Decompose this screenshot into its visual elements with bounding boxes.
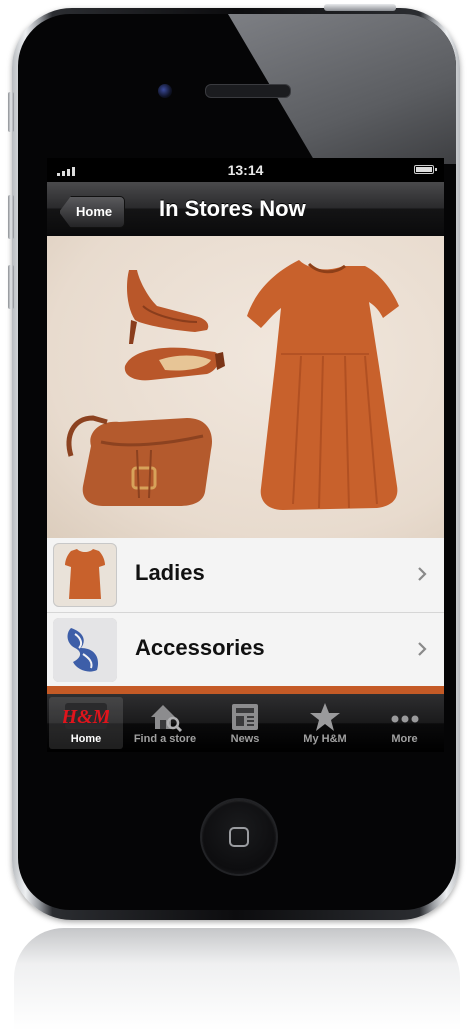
hero-banner[interactable] [47,236,444,538]
accessories-thumbnail [53,618,117,682]
back-button[interactable]: Home [59,196,126,228]
more-dots-icon [391,715,418,723]
volume-up-button [8,195,14,239]
tab-my-hm[interactable]: My H&M [285,697,365,749]
list-item-accessories[interactable]: Accessories [47,613,444,688]
tab-label: Home [70,733,102,745]
list-item-label: Ladies [135,560,205,585]
chevron-right-icon [418,642,427,656]
ladies-thumbnail [53,543,117,607]
status-clock: 13:14 [227,162,264,178]
phone-reflection [14,928,460,1031]
tab-find-a-store[interactable]: Find a store [125,697,205,749]
tab-label: Find a store [133,733,197,745]
status-bar: 13:14 [47,158,444,182]
tab-bar: H&M Home Find a store News My H&M More [47,694,444,752]
tab-more[interactable]: More [367,697,442,749]
handbag-image [66,415,212,506]
shoe-top-image [127,270,209,344]
accent-divider [47,686,444,694]
tab-label: News [230,733,260,745]
category-list: Ladies Accessories [47,538,444,688]
store-search-icon [151,705,183,733]
list-item-ladies[interactable]: Ladies [47,538,444,613]
volume-down-button [8,265,14,309]
tab-label: More [391,733,418,745]
star-icon [310,703,340,731]
navigation-bar: Home In Stores Now [47,182,444,236]
home-button[interactable] [202,800,276,874]
hm-logo-icon: H&M [63,703,109,729]
mute-switch [8,92,14,132]
shoe-bottom-image [124,347,225,381]
page-title: In Stores Now [159,196,306,221]
chevron-right-icon [418,567,427,581]
tab-home[interactable]: H&M Home [49,697,123,749]
sleep-button [324,4,396,11]
earpiece-speaker [205,84,291,98]
app-screen: 13:14 Home In Stores Now Ladies Accessor… [47,158,444,752]
home-square-icon [229,827,249,847]
newspaper-icon [232,704,258,730]
battery-icon [414,165,437,174]
dress-image [247,260,399,510]
tab-news[interactable]: News [207,697,283,749]
tab-label: My H&M [303,733,347,745]
list-item-label: Accessories [135,635,265,660]
front-camera [158,84,172,98]
svg-text:H&M: H&M [63,706,109,728]
